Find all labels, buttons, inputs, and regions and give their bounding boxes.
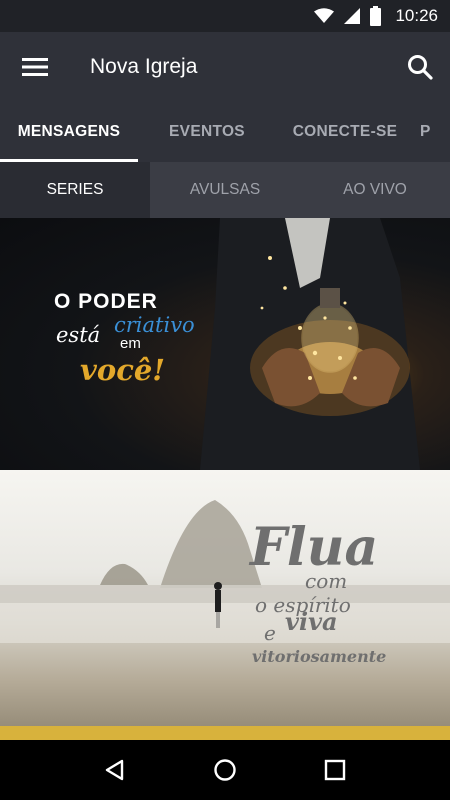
primary-tabs: MENSAGENS EVENTOS CONECTE-SE P — [0, 102, 450, 162]
back-icon[interactable] — [91, 746, 139, 794]
hamburger-menu-icon[interactable] — [0, 32, 70, 102]
banner2-line4a: e — [264, 621, 276, 645]
cell-signal-icon — [344, 8, 361, 24]
status-bar: 10:26 — [0, 0, 450, 32]
recents-icon[interactable] — [311, 746, 359, 794]
banner2-line5: vitoriosamente — [252, 647, 386, 666]
tab-conecte-se[interactable]: CONECTE-SE — [276, 102, 414, 162]
series-card-o-poder-criativo[interactable]: O PODER está criativo em você! — [0, 218, 450, 470]
banner-artwork: Flua com o espírito e viva vitoriosament… — [0, 500, 450, 666]
search-icon[interactable] — [390, 32, 450, 102]
app-bar: Nova Igreja — [0, 32, 450, 102]
banner2-line2: com — [305, 569, 347, 593]
tab-mensagens[interactable]: MENSAGENS — [0, 102, 138, 162]
banner1-line2b: criativo — [114, 313, 195, 337]
banner-artwork: O PODER está criativo em você! — [54, 218, 420, 470]
tab-partial[interactable]: P — [414, 102, 450, 162]
gold-accent-strip — [0, 726, 450, 740]
subtab-avulsas[interactable]: AVULSAS — [150, 162, 300, 218]
battery-icon — [370, 6, 382, 26]
subtab-ao-vivo[interactable]: AO VIVO — [300, 162, 450, 218]
wifi-icon — [314, 8, 335, 24]
banner1-line3b: você! — [80, 353, 165, 387]
banner2-line4b: viva — [285, 607, 338, 636]
banner1-line3a: em — [120, 335, 141, 352]
system-nav-bar — [0, 740, 450, 800]
sub-tabs: SERIES AVULSAS AO VIVO — [0, 162, 450, 218]
banner1-line2a: está — [56, 323, 100, 347]
home-icon[interactable] — [201, 746, 249, 794]
tab-eventos[interactable]: EVENTOS — [138, 102, 276, 162]
series-card-flua[interactable]: Flua com o espírito e viva vitoriosament… — [0, 470, 450, 740]
clock: 10:26 — [395, 6, 438, 25]
banner1-line1: O PODER — [54, 290, 158, 313]
app-title: Nova Igreja — [90, 55, 198, 78]
subtab-series[interactable]: SERIES — [0, 162, 150, 218]
